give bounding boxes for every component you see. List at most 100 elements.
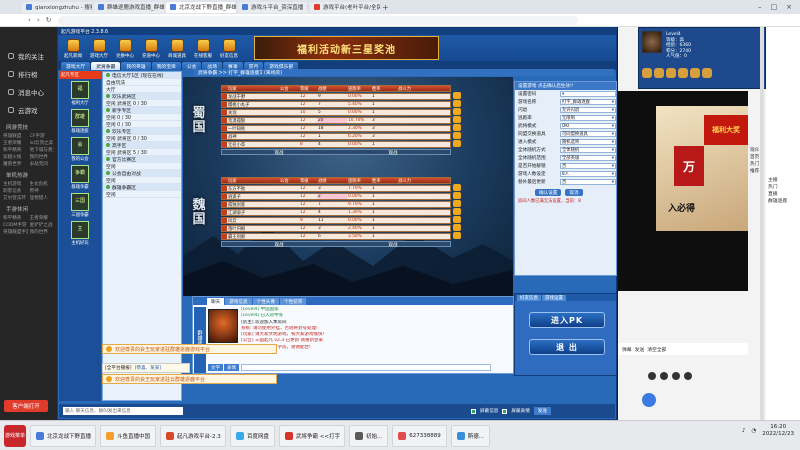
taskbar-task[interactable]: 百度网盘 (230, 424, 276, 447)
refresh-icon[interactable]: ↻ (46, 16, 52, 24)
table-row[interactable]: 霸王别姬 12 6 3.50% 1 (221, 233, 451, 240)
confirm-settings-button[interactable]: 确认设置 (535, 189, 562, 196)
sidebar-game-link[interactable]: 魔兽世界 (3, 161, 28, 167)
room-item[interactable]: 空闲 武将区 0 / 30 (103, 135, 181, 142)
sidebar-item-follow[interactable]: 我的关注 (0, 47, 57, 65)
sidebar-item-rank[interactable]: 排行榜 (0, 65, 57, 83)
room-item[interactable]: 空闲 0 / 30 (103, 121, 181, 128)
browser-tab[interactable]: qianxiongzhuhu - 搜索结果× (22, 1, 92, 13)
volume-icon[interactable]: ♪ (742, 428, 746, 434)
zone-item[interactable]: 会我的公会 (59, 135, 101, 163)
maximize-icon[interactable]: □ (771, 3, 778, 11)
room-item[interactable]: 空闲 (103, 191, 181, 198)
settings-select[interactable]: 可同盟换道具 (560, 131, 616, 137)
sidebar-game-link[interactable]: 地下城与勇士 (30, 147, 55, 153)
horse-icon[interactable] (453, 124, 461, 131)
block-emoji-checkbox[interactable] (502, 408, 508, 414)
chat-tab[interactable]: 聊天 (207, 298, 225, 305)
open-client-button[interactable]: 客户端打开 (4, 400, 48, 412)
zone-item[interactable]: 福福利大厅 (59, 79, 101, 107)
danmu-button[interactable]: 弹幕 (622, 346, 632, 353)
taskbar-task[interactable]: 起凡游戏平台-2.3 (160, 424, 227, 447)
sidebar-game-link[interactable]: 我的世界 (30, 229, 55, 235)
room-group[interactable]: 官方比赛区 (103, 156, 181, 163)
chat-emoji-button[interactable]: 表情 (224, 364, 239, 371)
table-row[interactable]: 樱桃小丸子 12 7 5.40% 1 (221, 101, 451, 108)
settings-select[interactable]: 8人 (560, 171, 616, 177)
sidebar-item-messages[interactable]: 消息中心 (0, 83, 57, 101)
chat-tab[interactable]: 游戏信息 (225, 298, 252, 305)
clock[interactable]: 16:20 2022/12/23 (762, 424, 794, 438)
sidebar-game-link[interactable]: 艾尔登法环 (3, 195, 28, 201)
enter-pk-button[interactable]: 进入PK (529, 312, 605, 328)
taskbar-task[interactable]: 北京龙战下野直播 (30, 424, 96, 447)
network-icon[interactable]: ◔ (751, 428, 756, 434)
room-group[interactable]: 欢乐武将区 (103, 93, 181, 100)
zone-item[interactable]: 群雄 群雄逐鹿 (59, 107, 101, 135)
room-group[interactable]: 高手区 (103, 142, 181, 149)
tab-general-battle[interactable]: 武将争霸 (91, 62, 121, 70)
horse-icon[interactable] (453, 232, 461, 239)
table-row[interactable]: 关羽 10 5 0.00% 1 (221, 109, 451, 116)
send-button[interactable]: 发送 (533, 407, 551, 415)
taskbar-task[interactable]: 初始... (349, 424, 389, 447)
settings-select[interactable]: 否 (560, 163, 616, 169)
close-icon[interactable]: × (306, 4, 308, 11)
horse-icon[interactable] (453, 92, 461, 99)
settings-select[interactable]: DKI (560, 123, 616, 129)
settings-select[interactable] (560, 91, 616, 97)
player-profile-avatar[interactable] (642, 31, 662, 53)
medal-icon[interactable] (654, 68, 664, 78)
sidebar-game-link[interactable]: 金铲铲之战 (30, 222, 55, 228)
pk-tab-friends[interactable]: 好友信息 (517, 295, 541, 301)
zone-item[interactable]: 争霸 群雄争霸 (59, 163, 101, 191)
taskbar-task[interactable]: 武将争霸 <<打字 (279, 424, 346, 447)
like-icon[interactable] (648, 372, 656, 380)
settings-icon[interactable] (684, 372, 692, 380)
table-row[interactable]: 东方不败 12 3 7.70% 1 (221, 185, 451, 192)
sidebar-item-cloudgame[interactable]: 云游戏 (0, 101, 57, 119)
sidebar-game-link[interactable]: 永劫无间 (30, 161, 55, 167)
toolbar-friends-button[interactable]: 好友信息 (218, 39, 240, 59)
sidebar-game-link[interactable]: lol云顶之弈 (30, 140, 55, 146)
browser-tab-active[interactable]: 北京龙战下野直播_群雄逐鹿× (166, 1, 236, 13)
sidebar-game-link[interactable]: 生化危机 (30, 181, 55, 187)
toolbar-recharge-button[interactable]: 充值中心 (140, 39, 162, 59)
horse-icon[interactable] (453, 208, 461, 215)
table-row[interactable]: 荒漠孤狼 12 20 10.70% 3 (221, 117, 451, 124)
room-item[interactable]: 空闲 武将区 5 / 30 (103, 149, 181, 156)
settings-select[interactable]: 全部英雄 (560, 155, 616, 161)
table-row[interactable]: 江湖浪子 12 4 1.30% 1 (221, 209, 451, 216)
settings-select[interactable]: 全体随机 (560, 147, 616, 153)
sidebar-game-link[interactable]: 刺客信条 (3, 188, 28, 194)
room-group[interactable]: 新手专区 (103, 107, 181, 114)
room-item[interactable]: 自由玩法 (103, 79, 181, 86)
room-group[interactable]: 电信大厅1区 (现在在线) (103, 72, 181, 79)
gift-icon[interactable] (672, 372, 680, 380)
tab-lobby[interactable]: 游戏大厅 (61, 62, 91, 70)
medal-icon[interactable] (690, 68, 700, 78)
horse-icon[interactable] (453, 116, 461, 123)
taskbar-task[interactable]: 斗鱼直播中国 (100, 424, 157, 447)
start-button[interactable]: 游戏菜单 (4, 424, 26, 447)
chat-tab[interactable]: 个性头像 (252, 298, 279, 305)
block-messages-checkbox[interactable] (471, 408, 477, 414)
room-item[interactable]: 空闲 (103, 177, 181, 184)
settings-select[interactable]: 否 (560, 179, 616, 185)
sidebar-game-link[interactable]: 王者荣耀 (30, 215, 55, 221)
medal-icon[interactable] (666, 68, 676, 78)
settings-select[interactable]: 随机选将 (560, 139, 616, 145)
horse-icon[interactable] (453, 224, 461, 231)
horse-icon[interactable] (453, 108, 461, 115)
sidebar-game-link[interactable]: 和平精英 (3, 215, 28, 221)
close-window-icon[interactable]: × (786, 3, 792, 11)
medal-icon[interactable] (702, 68, 712, 78)
table-row[interactable]: 风云 9 11 0.00% 1 (221, 217, 451, 224)
toolbar-service-button[interactable]: 在线客服 (192, 39, 214, 59)
url-input[interactable] (57, 15, 578, 25)
table-row[interactable]: 逍遥子 12 2 0.00% 1 (221, 193, 451, 200)
send-danmu-button[interactable]: 发送 (635, 346, 645, 353)
table-row[interactable]: 龙战于野 12 9 0.00% 1 (221, 93, 451, 100)
share-icon[interactable] (660, 372, 668, 380)
toolbar-hall-button[interactable]: 游戏大厅 (88, 39, 110, 59)
